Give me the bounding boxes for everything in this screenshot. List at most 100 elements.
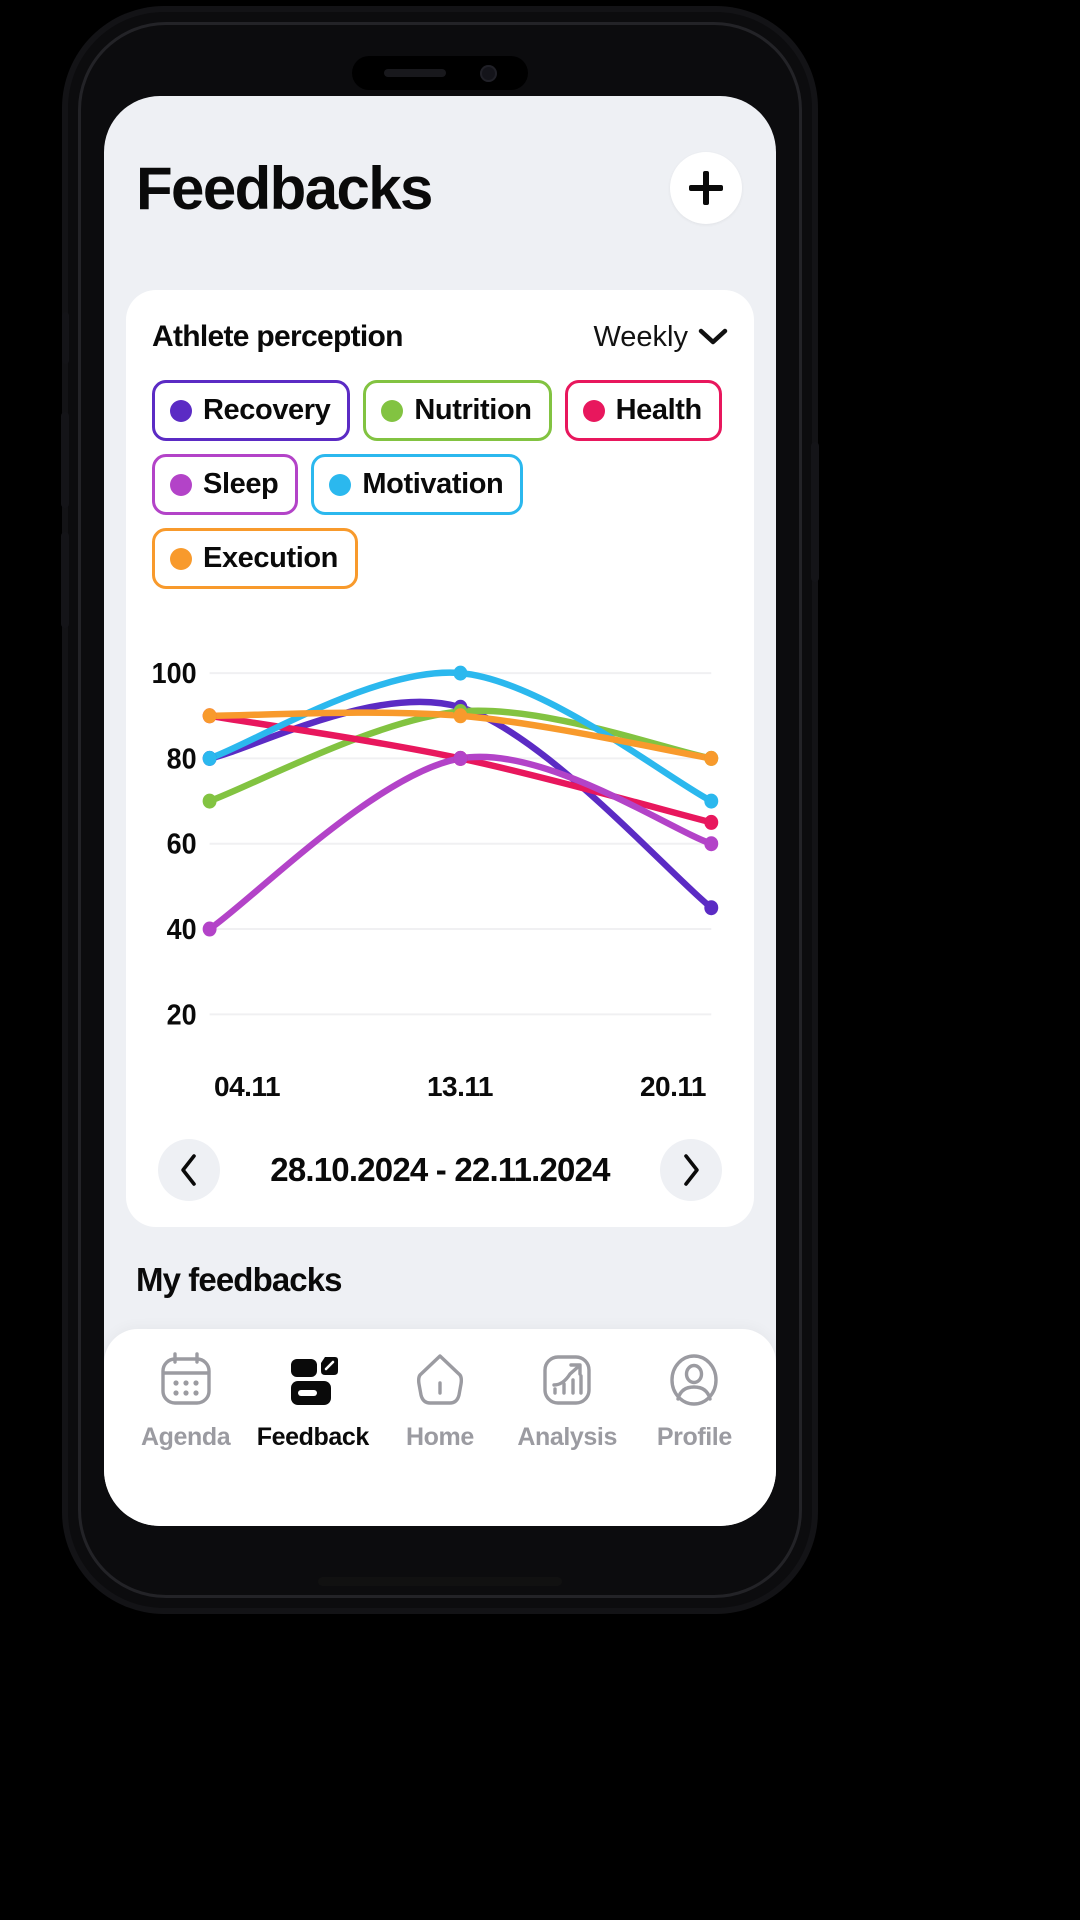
- tab-label-home: Home: [406, 1423, 474, 1451]
- app-header: Feedbacks: [104, 96, 776, 224]
- series-line-recovery: [206, 698, 715, 911]
- chart-y-axis-labels: 100 80 60 40 20: [152, 657, 197, 1030]
- phone-volume-down-button: [61, 532, 69, 628]
- home-indicator: [318, 1577, 562, 1586]
- data-point-nutrition-04.11: [202, 793, 217, 809]
- y-tick-100: 100: [152, 657, 197, 689]
- phone-frame: Feedbacks Athlete perception Weekly Reco…: [61, 12, 819, 1608]
- y-tick-40: 40: [167, 913, 197, 945]
- chart-canvas: 100 80 60 40 20: [152, 657, 719, 1031]
- home-icon: [416, 1354, 463, 1405]
- data-point-nutrition-13.11: [453, 704, 468, 720]
- data-point-sleep-20.11: [704, 836, 719, 852]
- page-title: Feedbacks: [136, 154, 433, 222]
- series-line-health: [206, 712, 715, 826]
- chart-legend: Recovery Nutrition Health Sleep Motivati…: [152, 380, 728, 589]
- phone-notch: [352, 56, 528, 90]
- data-point-execution-20.11: [704, 750, 719, 766]
- legend-label-sleep: Sleep: [203, 468, 279, 500]
- tab-label-feedback: Feedback: [256, 1423, 370, 1451]
- legend-chip-health[interactable]: Health: [564, 380, 722, 441]
- legend-dot-nutrition: [381, 399, 404, 422]
- data-point-execution-04.11: [202, 708, 217, 724]
- screenshot-stage: Feedbacks Athlete perception Weekly Reco…: [0, 0, 1080, 1920]
- chevron-left-icon: [181, 1154, 196, 1186]
- y-tick-20: 20: [167, 998, 197, 1030]
- legend-chip-sleep[interactable]: Sleep: [152, 454, 299, 515]
- data-point-sleep-04.11: [202, 921, 217, 937]
- tab-home[interactable]: Home: [378, 1351, 502, 1452]
- legend-chip-execution[interactable]: Execution: [152, 528, 358, 589]
- series-line-sleep: [206, 753, 715, 933]
- perception-line-chart: 100 80 60 40 20: [152, 625, 728, 1065]
- legend-label-health: Health: [615, 394, 703, 426]
- data-point-health-20.11: [704, 814, 719, 830]
- data-point-execution-13.11: [453, 708, 468, 724]
- chart-series-group: [202, 665, 719, 937]
- legend-label-nutrition: Nutrition: [414, 394, 532, 426]
- chevron-down-icon: [698, 328, 728, 345]
- phone-power-button: [811, 442, 819, 582]
- tab-feedback[interactable]: Feedback: [251, 1351, 375, 1452]
- data-point-health-13.11: [453, 750, 468, 766]
- period-select-value: Weekly: [593, 320, 688, 353]
- data-point-recovery-20.11: [704, 900, 719, 916]
- legend-label-execution: Execution: [203, 542, 338, 574]
- phone-screen: Feedbacks Athlete perception Weekly Reco…: [104, 96, 776, 1526]
- front-camera: [479, 64, 497, 82]
- x-tick-0: 04.11: [214, 1071, 281, 1102]
- y-tick-80: 80: [167, 743, 197, 775]
- tab-analysis[interactable]: Analysis: [505, 1351, 629, 1452]
- data-point-motivation-04.11: [202, 750, 217, 766]
- add-feedback-button[interactable]: [670, 152, 742, 224]
- period-select[interactable]: Weekly: [593, 321, 728, 354]
- data-point-sleep-13.11: [453, 750, 468, 766]
- date-range-navigator: 28.10.2024 - 22.11.2024: [152, 1139, 728, 1201]
- athlete-perception-card: Athlete perception Weekly Recovery Nutri…: [126, 290, 754, 1227]
- app-root: Feedbacks Athlete perception Weekly Reco…: [104, 96, 776, 1526]
- legend-dot-execution: [170, 547, 192, 570]
- my-feedbacks-title: My feedbacks: [136, 1261, 343, 1298]
- x-tick-2: 20.11: [639, 1071, 707, 1102]
- tab-agenda[interactable]: Agenda: [124, 1351, 248, 1452]
- data-point-recovery-13.11: [453, 699, 468, 715]
- calendar-icon: [160, 1352, 211, 1405]
- x-tick-1: 13.11: [426, 1071, 494, 1102]
- next-range-button[interactable]: [660, 1139, 722, 1201]
- chevron-right-icon: [684, 1154, 699, 1186]
- analysis-chart-icon: [543, 1355, 591, 1405]
- data-point-health-04.11: [202, 708, 217, 724]
- legend-dot-health: [582, 399, 605, 422]
- earpiece-speaker: [383, 69, 446, 77]
- plus-icon: [689, 171, 723, 205]
- tab-profile[interactable]: Profile: [632, 1351, 756, 1452]
- legend-dot-sleep: [170, 473, 192, 496]
- legend-dot-recovery: [170, 399, 192, 422]
- data-point-motivation-13.11: [453, 665, 468, 681]
- legend-chip-motivation[interactable]: Motivation: [311, 454, 524, 515]
- legend-label-motivation: Motivation: [362, 468, 504, 500]
- bottom-tab-bar: Agenda Feedback Home Analysis Profile: [104, 1329, 776, 1526]
- y-tick-60: 60: [167, 828, 197, 860]
- phone-volume-up-button: [61, 412, 69, 508]
- series-line-motivation: [206, 669, 715, 805]
- legend-chip-recovery[interactable]: Recovery: [152, 380, 351, 441]
- legend-dot-motivation: [329, 473, 352, 496]
- data-point-recovery-04.11: [202, 750, 217, 766]
- legend-chip-nutrition[interactable]: Nutrition: [363, 380, 552, 441]
- legend-label-recovery: Recovery: [203, 394, 331, 426]
- phone-silent-switch: [62, 312, 69, 364]
- chart-x-axis-labels: 04.11 13.11 20.11: [152, 1071, 728, 1103]
- chart-gridlines: [209, 672, 712, 1016]
- card-header: Athlete perception Weekly: [152, 320, 728, 354]
- series-line-nutrition: [206, 707, 715, 805]
- tab-label-profile: Profile: [656, 1423, 732, 1451]
- profile-user-icon: [670, 1354, 719, 1406]
- tab-label-agenda: Agenda: [140, 1423, 231, 1451]
- previous-range-button[interactable]: [158, 1139, 220, 1201]
- date-range-label: 28.10.2024 - 22.11.2024: [270, 1151, 610, 1188]
- tab-label-analysis: Analysis: [517, 1423, 617, 1451]
- series-line-execution: [206, 709, 715, 762]
- feedback-card-icon: [290, 1357, 338, 1405]
- data-point-nutrition-20.11: [704, 750, 719, 766]
